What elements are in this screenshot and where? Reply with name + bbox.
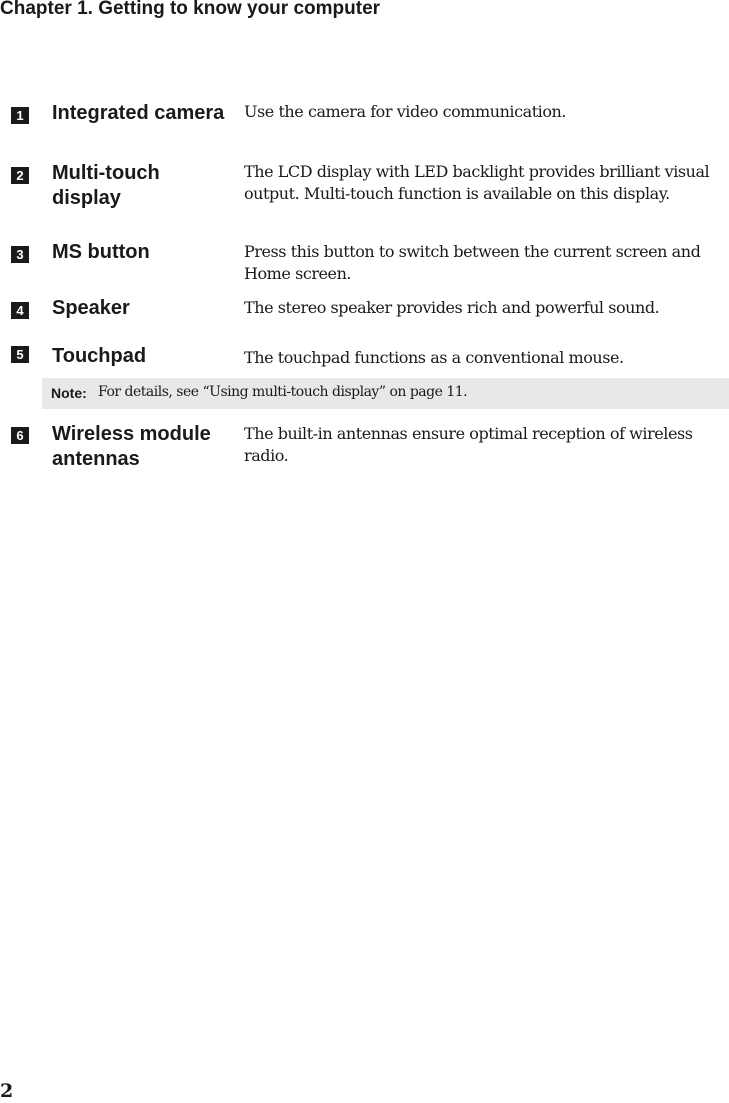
note-label: Note: — [51, 385, 87, 401]
item-term: Wireless module antennas — [52, 423, 211, 470]
item-description: Press this button to switch between the … — [244, 242, 701, 283]
item-description: The built-in antennas ensure optimal rec… — [244, 424, 693, 465]
callout-number-badge: 3 — [11, 246, 29, 263]
chapter-title: Chapter 1. Getting to know your computer — [0, 0, 381, 19]
item-term: Integrated camera — [52, 102, 225, 124]
item-description: The LCD display with LED backlight provi… — [244, 162, 710, 203]
item-description: Use the camera for video communication. — [244, 102, 567, 121]
callout-number-badge: 6 — [11, 427, 29, 444]
item-description: The stereo speaker provides rich and pow… — [244, 298, 660, 317]
note-box: Note: For details, see “Using multi-touc… — [42, 378, 729, 409]
note-text: For details, see “Using multi-touch disp… — [98, 384, 468, 400]
item-term: Speaker — [52, 297, 130, 319]
callout-number-badge: 4 — [11, 302, 29, 319]
callout-number-badge: 2 — [11, 167, 29, 184]
item-term: Touchpad — [52, 345, 147, 367]
item-term: MS button — [52, 241, 150, 263]
item-description: The touchpad functions as a conventional… — [244, 348, 624, 367]
page-number: 2 — [0, 1080, 14, 1102]
callout-number-badge: 1 — [11, 107, 29, 124]
callout-number-badge: 5 — [11, 346, 29, 363]
item-term: Multi-touch display — [52, 162, 160, 209]
